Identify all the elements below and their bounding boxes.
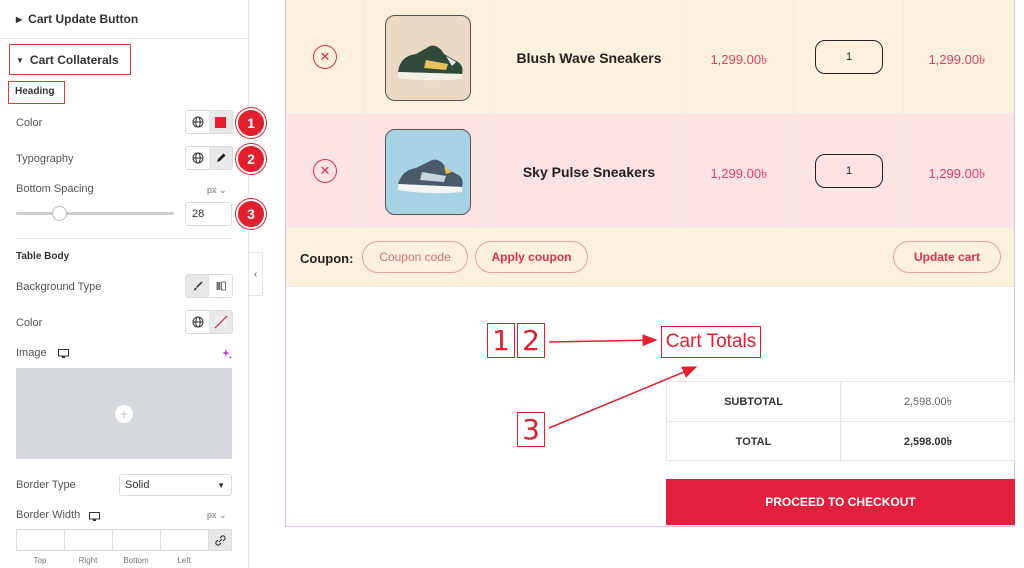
highlight-box <box>9 44 131 75</box>
ai-sparkle-icon[interactable] <box>222 346 232 364</box>
divider <box>0 38 249 39</box>
cart-totals-heading: Cart Totals <box>661 326 761 358</box>
section-title: Cart Update Button <box>28 12 139 26</box>
table-row: ✕ Blush Wave Sneakers 1,299.00৳ 1 1,299.… <box>286 0 1014 114</box>
border-width-labels: Top Right Bottom Left <box>16 556 208 565</box>
settings-panel: ▶ Cart Update Button ▼ Cart Collaterals … <box>0 0 266 568</box>
color-label: Color <box>16 317 43 329</box>
total-label: TOTAL <box>667 422 841 462</box>
border-width-label: Border Width <box>16 509 81 521</box>
color-swatch[interactable] <box>209 111 232 133</box>
bottom-spacing-label: Bottom Spacing <box>16 183 94 195</box>
color-label: Color <box>16 117 43 129</box>
annotation-number-2: 2 <box>517 323 545 358</box>
divider <box>16 238 232 239</box>
quantity-input[interactable]: 1 <box>815 40 883 74</box>
product-subtotal: 1,299.00৳ <box>928 52 986 67</box>
coupon-code-input[interactable]: Coupon code <box>362 241 468 273</box>
border-top-input[interactable] <box>16 529 64 551</box>
typography-control[interactable] <box>185 146 233 170</box>
gradient-icon[interactable] <box>209 275 232 297</box>
subtotal-label: SUBTOTAL <box>667 382 841 422</box>
table-body-label: Table Body <box>16 251 70 262</box>
unit-label: px <box>207 185 217 195</box>
product-thumbnail[interactable] <box>385 129 471 215</box>
link-icon[interactable] <box>208 529 232 551</box>
product-price: 1,299.00৳ <box>710 52 768 67</box>
image-placeholder[interactable]: + <box>16 368 232 459</box>
apply-coupon-button[interactable]: Apply coupon <box>475 241 588 273</box>
unit-label: px <box>207 510 217 520</box>
desktop-icon[interactable] <box>89 509 100 527</box>
column-divider <box>793 0 794 228</box>
quantity-input[interactable]: 1 <box>815 154 883 188</box>
badge-2: 2 <box>236 144 266 174</box>
badge-3: 3 <box>236 199 266 229</box>
cart-totals-table: SUBTOTAL 2,598.00৳ TOTAL 2,598.00৳ <box>666 381 1015 462</box>
typography-label: Typography <box>16 153 74 165</box>
remove-item-icon[interactable]: ✕ <box>313 45 337 69</box>
background-type-label: Background Type <box>16 281 102 293</box>
plus-icon[interactable]: + <box>115 404 133 423</box>
product-thumbnail[interactable] <box>385 15 471 101</box>
brush-icon[interactable] <box>186 275 209 297</box>
proceed-to-checkout-button[interactable]: PROCEED TO CHECKOUT <box>666 479 1015 525</box>
annotation-number-3: 3 <box>517 412 545 447</box>
section-cart-update-button[interactable]: ▶ Cart Update Button <box>0 0 249 38</box>
product-subtotal: 1,299.00৳ <box>928 166 986 181</box>
slider-handle[interactable] <box>52 206 67 221</box>
highlight-box <box>8 81 65 104</box>
dim-right-label: Right <box>78 556 98 565</box>
unit-selector[interactable]: px ⌄ <box>207 510 227 521</box>
coupon-row: Coupon: Coupon code Apply coupon Update … <box>286 228 1014 287</box>
unit-selector[interactable]: px ⌄ <box>207 185 227 196</box>
remove-item-icon[interactable]: ✕ <box>313 159 337 183</box>
table-row: ✕ Sky Pulse Sneakers 1,299.00৳ 1 1,299.0… <box>286 114 1014 228</box>
desktop-icon[interactable] <box>58 346 69 364</box>
annotation-number-1: 1 <box>487 323 515 358</box>
column-divider <box>493 0 494 228</box>
column-divider <box>685 0 686 228</box>
product-price: 1,299.00৳ <box>710 166 768 181</box>
no-color-swatch[interactable] <box>209 311 232 333</box>
dim-bottom-label: Bottom <box>123 556 149 565</box>
border-type-label: Border Type <box>16 479 76 491</box>
cart-preview: ✕ Blush Wave Sneakers 1,299.00৳ 1 1,299.… <box>285 0 1015 527</box>
table-row: SUBTOTAL 2,598.00৳ <box>667 382 1015 422</box>
column-divider <box>363 0 364 228</box>
globe-icon[interactable] <box>186 311 209 333</box>
caret-right-icon: ▶ <box>16 14 23 24</box>
chevron-left-icon: ‹ <box>253 268 258 280</box>
dim-left-label: Left <box>177 556 191 565</box>
coupon-label: Coupon: <box>300 251 354 266</box>
slider-track[interactable] <box>16 212 174 215</box>
collapse-panel-button[interactable]: ‹ <box>249 252 263 296</box>
border-bottom-input[interactable] <box>112 529 160 551</box>
border-width-inputs <box>16 529 232 551</box>
dropdown-caret-icon: ▼ <box>217 480 225 490</box>
dim-top-label: Top <box>33 556 47 565</box>
total-value: 2,598.00৳ <box>903 435 953 448</box>
background-type-control[interactable] <box>185 274 233 298</box>
border-left-input[interactable] <box>160 529 208 551</box>
subtotal-value: 2,598.00৳ <box>903 395 953 408</box>
update-cart-button[interactable]: Update cart <box>893 241 1001 273</box>
column-divider <box>903 0 904 228</box>
border-type-select[interactable]: Solid ▼ <box>119 474 232 496</box>
select-value: Solid <box>125 479 150 491</box>
table-row: TOTAL 2,598.00৳ <box>667 422 1015 462</box>
globe-icon[interactable] <box>186 111 209 133</box>
image-label: Image <box>16 347 47 359</box>
product-name[interactable]: Sky Pulse Sneakers <box>494 164 684 180</box>
color-control[interactable] <box>185 110 233 134</box>
color-control[interactable] <box>185 310 233 334</box>
globe-icon[interactable] <box>186 147 209 169</box>
bottom-spacing-input[interactable]: 28 <box>185 202 232 226</box>
product-name[interactable]: Blush Wave Sneakers <box>494 50 684 66</box>
badge-1: 1 <box>236 108 266 138</box>
pencil-icon[interactable] <box>209 147 232 169</box>
border-right-input[interactable] <box>64 529 112 551</box>
